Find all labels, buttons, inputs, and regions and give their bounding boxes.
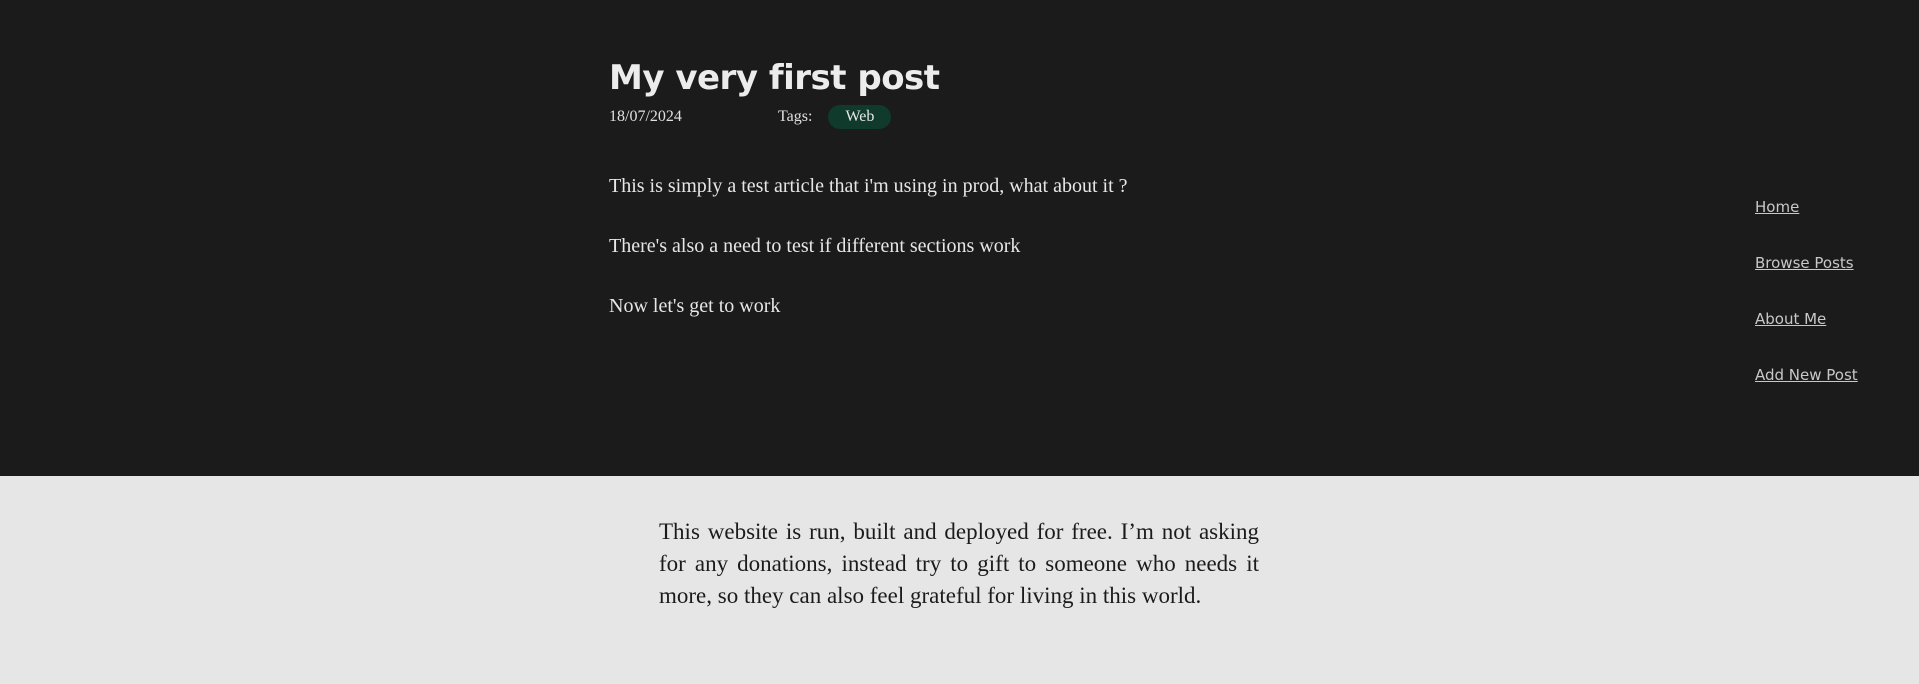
post-article: My very first post 18/07/2024 Tags: Web … xyxy=(609,58,1309,355)
tag-web[interactable]: Web xyxy=(828,105,892,130)
footer-text: This website is run, built and deployed … xyxy=(659,519,1259,608)
nav-link-home[interactable]: Home xyxy=(1755,198,1858,216)
post-content: This is simply a test article that i'm u… xyxy=(609,175,1309,318)
post-meta: 18/07/2024 Tags: Web xyxy=(609,105,1309,130)
post-paragraph: Now let's get to work xyxy=(609,295,781,318)
side-nav: Home Browse Posts About Me Add New Post xyxy=(1755,198,1858,422)
post-title: My very first post xyxy=(609,58,940,98)
site-footer: This website is run, built and deployed … xyxy=(0,476,1919,684)
nav-link-browse-posts[interactable]: Browse Posts xyxy=(1755,254,1858,272)
nav-link-about-me[interactable]: About Me xyxy=(1755,310,1858,328)
post-paragraph: This is simply a test article that i'm u… xyxy=(609,175,1128,198)
post-date: 18/07/2024 xyxy=(609,108,682,126)
post-paragraph: There's also a need to test if different… xyxy=(609,235,1021,258)
tags-label: Tags: xyxy=(778,108,813,126)
nav-link-add-new-post[interactable]: Add New Post xyxy=(1755,366,1858,384)
main-section: My very first post 18/07/2024 Tags: Web … xyxy=(0,0,1919,476)
